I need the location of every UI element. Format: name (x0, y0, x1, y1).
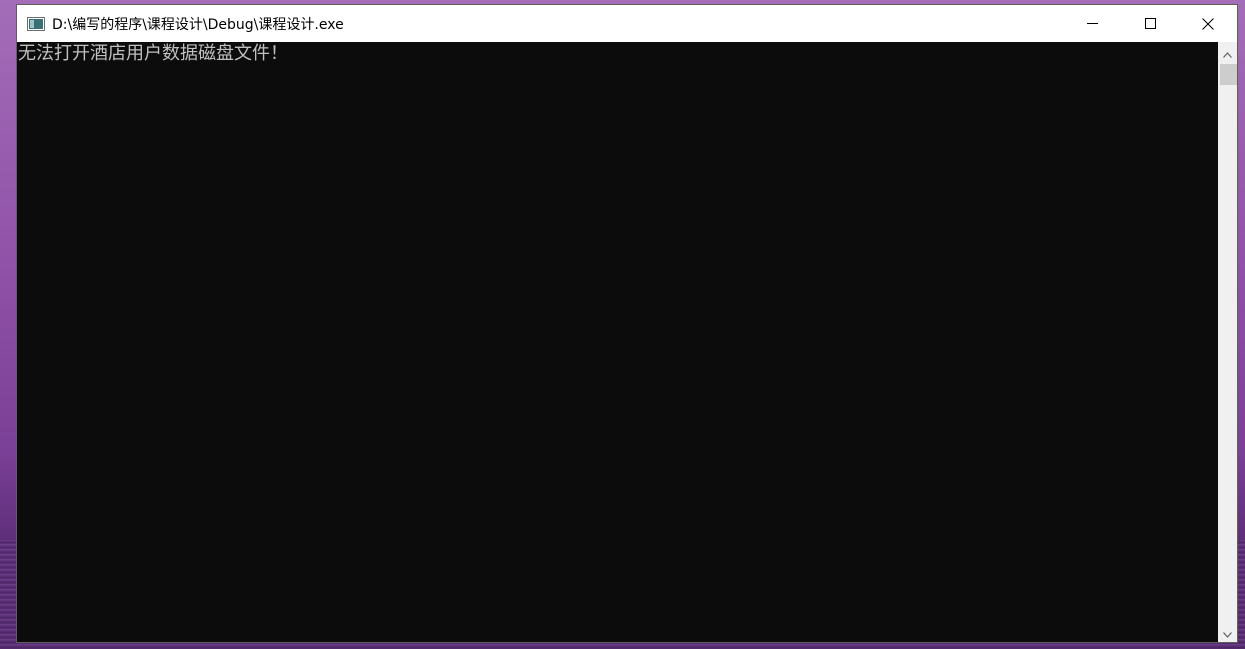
scroll-thumb[interactable] (1220, 64, 1237, 85)
minimize-button[interactable] (1063, 5, 1121, 42)
chevron-down-icon (1223, 623, 1232, 642)
scroll-down-button[interactable] (1218, 622, 1237, 642)
vertical-scrollbar[interactable] (1218, 42, 1237, 642)
window-title: D:\编写的程序\课程设计\Debug\课程设计.exe (52, 17, 344, 33)
scroll-up-button[interactable] (1218, 42, 1237, 62)
console-app-icon[interactable] (27, 16, 45, 31)
maximize-button[interactable] (1121, 5, 1179, 42)
chevron-up-icon (1223, 43, 1232, 62)
maximize-icon (1144, 18, 1156, 29)
console-line: 无法打开酒店用户数据磁盘文件！ (18, 43, 288, 64)
console-window: D:\编写的程序\课程设计\Debug\课程设计.exe 无法打开酒店用户数据磁… (16, 4, 1238, 643)
close-button[interactable] (1179, 5, 1237, 42)
minimize-icon (1086, 18, 1098, 29)
close-icon (1202, 17, 1214, 30)
console-output[interactable]: 无法打开酒店用户数据磁盘文件！ (17, 42, 1218, 642)
title-bar[interactable]: D:\编写的程序\课程设计\Debug\课程设计.exe (17, 5, 1237, 42)
